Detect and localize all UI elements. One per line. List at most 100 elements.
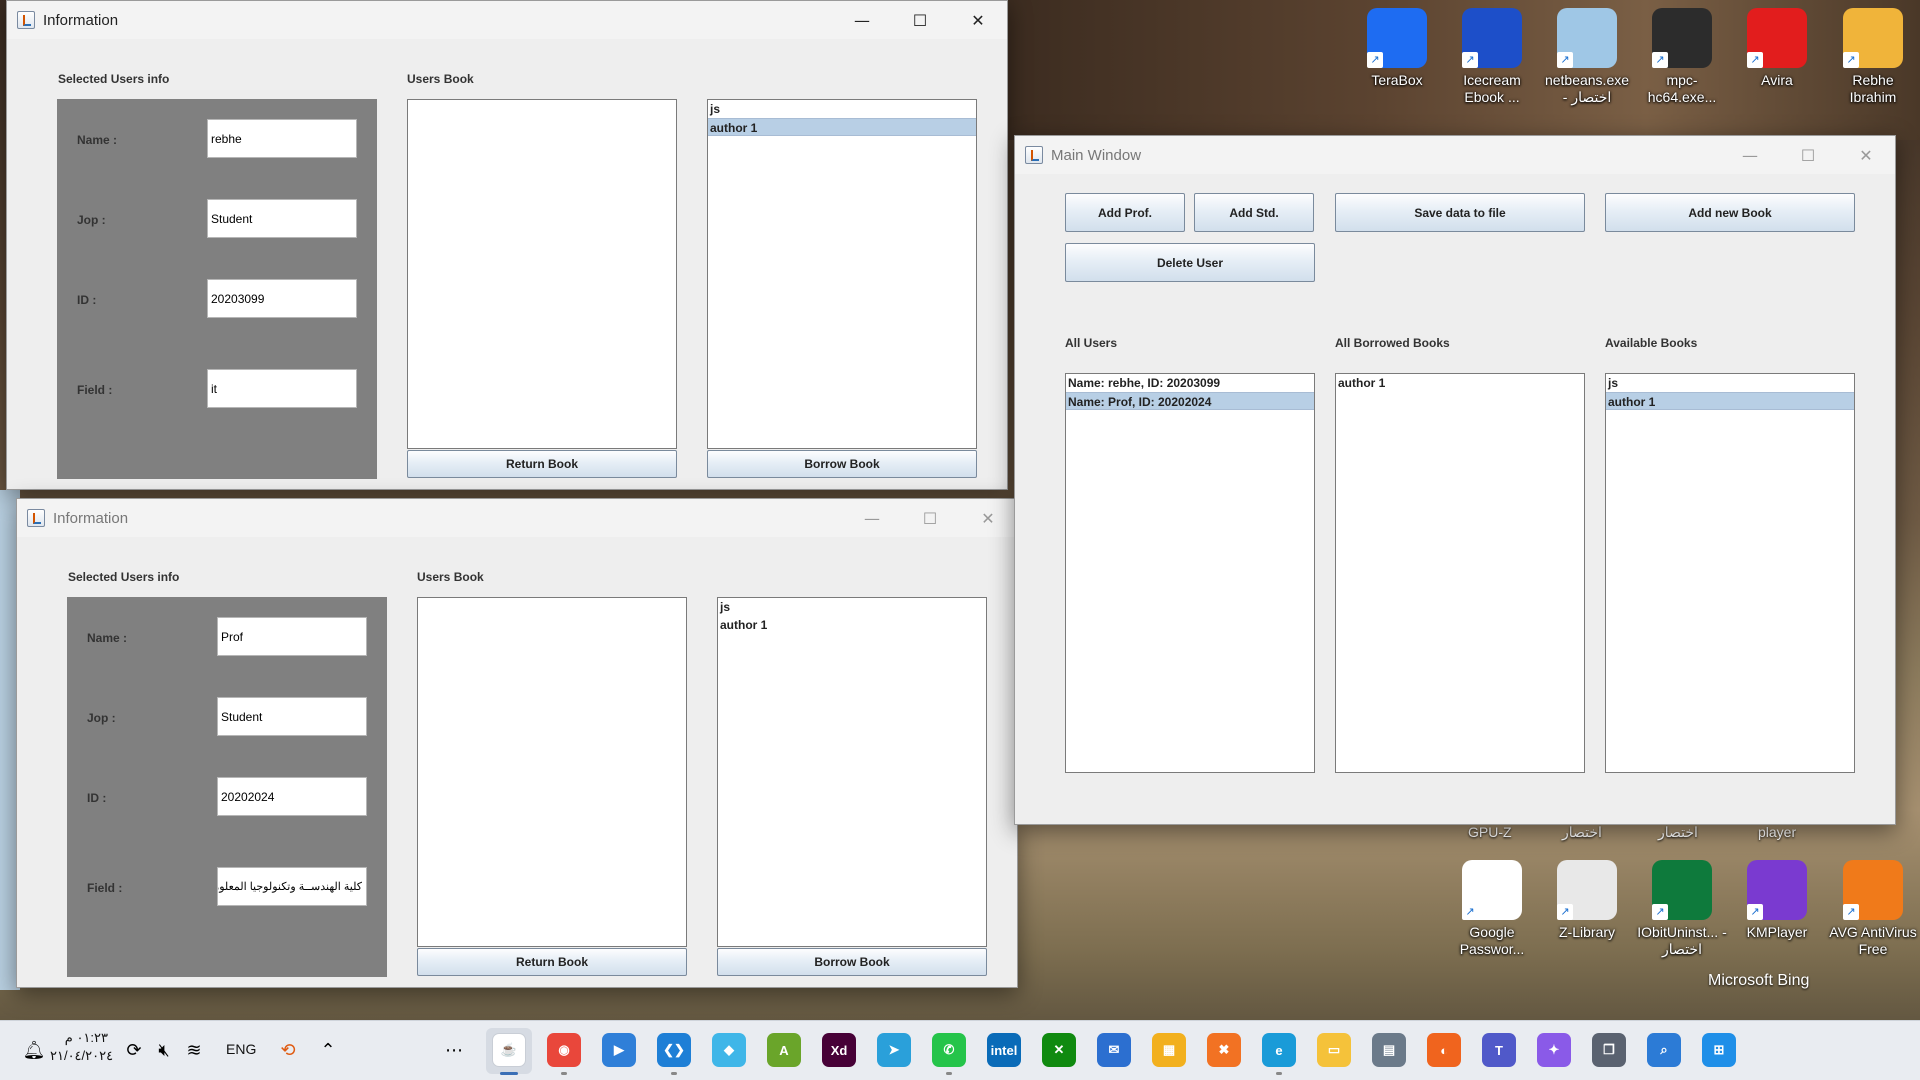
desktop-shortcut[interactable]: ↗ Google Passwor...: [1447, 860, 1537, 958]
edge-icon[interactable]: e: [1262, 1033, 1296, 1067]
calculator-icon[interactable]: ▤: [1372, 1033, 1406, 1067]
list-item[interactable]: author 1: [718, 616, 986, 634]
desktop-shortcut[interactable]: ↗ Icecream Ebook ...: [1447, 8, 1537, 106]
notification-bell-icon[interactable]: 🔔︎: [20, 1036, 48, 1064]
desktop-shortcut[interactable]: ↗ AVG AntiVirus Free: [1828, 860, 1918, 958]
search-icon[interactable]: ⌕: [1647, 1033, 1681, 1067]
copilot-icon[interactable]: ✦: [1537, 1033, 1571, 1067]
add-prof-button[interactable]: Add Prof.: [1065, 193, 1185, 232]
save-data-button[interactable]: Save data to file: [1335, 193, 1585, 232]
kmplayer-icon: ↗: [1747, 860, 1807, 920]
file-explorer-icon[interactable]: ▭: [1317, 1033, 1351, 1067]
chrome-icon[interactable]: ◉: [547, 1033, 581, 1067]
users-book-list[interactable]: [417, 597, 687, 947]
job-field[interactable]: Student: [207, 199, 357, 238]
users-book-label: Users Book: [407, 72, 474, 86]
avg-icon: ↗: [1843, 860, 1903, 920]
desktop-shortcut[interactable]: ↗ netbeans.exe - اختصار: [1542, 8, 1632, 106]
delete-user-button[interactable]: Delete User: [1065, 243, 1315, 282]
title-bar[interactable]: Main Window — ☐ ✕: [1015, 136, 1895, 174]
telegram-icon[interactable]: ➤: [877, 1033, 911, 1067]
sync-icon[interactable]: ⟳: [120, 1036, 148, 1064]
name-field[interactable]: rebhe: [207, 119, 357, 158]
return-book-button[interactable]: Return Book: [407, 450, 677, 478]
close-button[interactable]: ✕: [959, 499, 1017, 537]
start-icon[interactable]: ⊞: [1702, 1033, 1736, 1067]
list-item[interactable]: js: [708, 100, 976, 118]
desktop-label-shortcut: اختصار: [1658, 824, 1698, 840]
maximize-button[interactable]: ☐: [901, 499, 959, 537]
java-app-icon[interactable]: ☕: [492, 1033, 526, 1067]
ms-store-icon[interactable]: ▦: [1152, 1033, 1186, 1067]
field-field[interactable]: it: [207, 369, 357, 408]
chevron-up-icon[interactable]: ⌃: [314, 1036, 342, 1064]
xbox-icon[interactable]: ✕: [1042, 1033, 1076, 1067]
desktop-shortcut[interactable]: ↗ IObitUninst... - اختصار: [1637, 860, 1727, 958]
list-item[interactable]: Name: Prof, ID: 20202024: [1066, 392, 1314, 410]
list-item[interactable]: Name: rebhe, ID: 20203099: [1066, 374, 1314, 392]
job-label: Jop :: [77, 213, 106, 227]
desktop-shortcut[interactable]: ↗ Avira: [1732, 8, 1822, 89]
more-icon[interactable]: ⋯: [440, 1036, 468, 1064]
desktop-shortcut[interactable]: ↗ Rebhe Ibrahim: [1828, 8, 1918, 106]
firefox-icon[interactable]: ◐: [1427, 1033, 1461, 1067]
teams-icon[interactable]: T: [1482, 1033, 1516, 1067]
minimize-button[interactable]: —: [1721, 136, 1779, 174]
users-book-list[interactable]: [407, 99, 677, 449]
list-item[interactable]: author 1: [1336, 374, 1584, 392]
job-field[interactable]: Student: [217, 697, 367, 736]
clock-date[interactable]: ٢١/٠٤/٢٠٢٤: [50, 1048, 113, 1064]
borrow-book-button[interactable]: Borrow Book: [717, 948, 987, 976]
field-field[interactable]: كلية الهندســة وتكنولوجيا المعلومات: [217, 867, 367, 906]
list-item[interactable]: author 1: [708, 118, 976, 136]
desktop-shortcut[interactable]: ↗ KMPlayer: [1732, 860, 1822, 941]
close-button[interactable]: ✕: [949, 1, 1007, 39]
title-bar[interactable]: Information — ☐ ✕: [7, 1, 1007, 39]
all-users-list[interactable]: Name: rebhe, ID: 20203099 Name: Prof, ID:…: [1065, 373, 1315, 773]
iobit-uninstaller-icon: ↗: [1652, 860, 1712, 920]
clock-time[interactable]: ٠١:٢٣ م: [52, 1030, 108, 1046]
name-field[interactable]: Prof: [217, 617, 367, 656]
desktop-shortcut[interactable]: ↗ mpc-hc64.exe...: [1637, 8, 1727, 106]
available-books-list[interactable]: js author 1: [1605, 373, 1855, 773]
language-indicator[interactable]: ENG: [226, 1041, 256, 1057]
minimize-button[interactable]: —: [833, 1, 891, 39]
running-indicator: [561, 1072, 567, 1075]
close-button[interactable]: ✕: [1837, 136, 1895, 174]
add-std-button[interactable]: Add Std.: [1194, 193, 1314, 232]
list-item[interactable]: author 1: [1606, 392, 1854, 410]
dictionary-app-icon[interactable]: A: [767, 1033, 801, 1067]
users-book-label: Users Book: [417, 570, 484, 584]
volume-muted-icon[interactable]: 🔇︎: [150, 1036, 178, 1064]
media-player-icon[interactable]: ▶: [602, 1033, 636, 1067]
vscode-icon[interactable]: ❮❯: [657, 1033, 691, 1067]
xampp-icon[interactable]: ✖: [1207, 1033, 1241, 1067]
list-item[interactable]: js: [1606, 374, 1854, 392]
wifi-icon[interactable]: ≋: [180, 1036, 208, 1064]
desktop-shortcut-label: TeraBox: [1371, 72, 1423, 88]
desktop-shortcut[interactable]: ↗ Z-Library: [1542, 860, 1632, 941]
adobe-xd-icon[interactable]: Xd: [822, 1033, 856, 1067]
minimize-button[interactable]: —: [843, 499, 901, 537]
shortcut-arrow-icon: ↗: [1652, 52, 1668, 68]
all-borrowed-books-list[interactable]: author 1: [1335, 373, 1585, 773]
mail-icon[interactable]: ✉: [1097, 1033, 1131, 1067]
list-item[interactable]: js: [718, 598, 986, 616]
add-new-book-button[interactable]: Add new Book: [1605, 193, 1855, 232]
available-books-list[interactable]: js author 1: [707, 99, 977, 449]
borrow-book-button[interactable]: Borrow Book: [707, 450, 977, 478]
title-bar[interactable]: Information — ☐ ✕: [17, 499, 1017, 537]
available-books-list[interactable]: js author 1: [717, 597, 987, 947]
task-view-icon[interactable]: ❐: [1592, 1033, 1626, 1067]
return-book-button[interactable]: Return Book: [417, 948, 687, 976]
update-icon[interactable]: ⟲: [274, 1036, 302, 1064]
whatsapp-icon[interactable]: ✆: [932, 1033, 966, 1067]
store-app-icon[interactable]: ◆: [712, 1033, 746, 1067]
maximize-button[interactable]: ☐: [1779, 136, 1837, 174]
id-field[interactable]: 20202024: [217, 777, 367, 816]
desktop-shortcut-label: mpc-hc64.exe...: [1647, 72, 1717, 105]
maximize-button[interactable]: ☐: [891, 1, 949, 39]
id-field[interactable]: 20203099: [207, 279, 357, 318]
desktop-shortcut[interactable]: ↗ TeraBox: [1352, 8, 1442, 89]
intel-icon[interactable]: intel: [987, 1033, 1021, 1067]
